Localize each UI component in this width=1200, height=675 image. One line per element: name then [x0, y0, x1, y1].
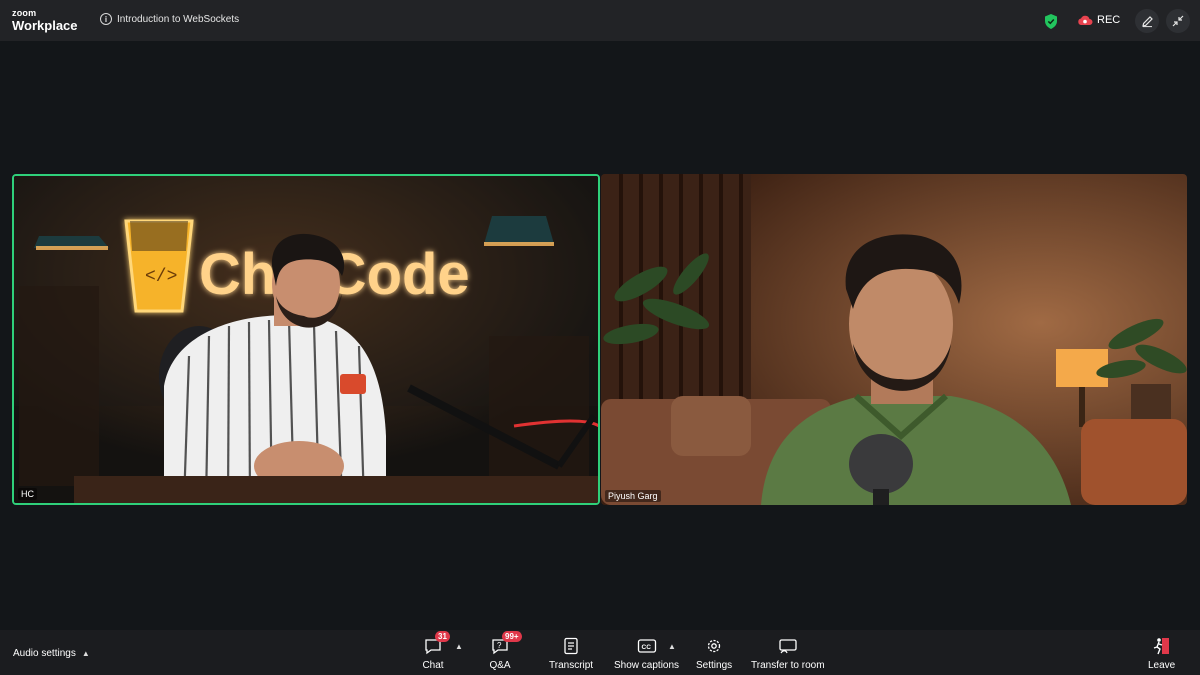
leave-icon — [1153, 638, 1169, 655]
qa-button[interactable]: ? 99+ Q&A — [489, 631, 522, 671]
transfer-to-room-button[interactable]: Transfer to room — [751, 636, 825, 671]
chat-button[interactable]: 31 Chat — [422, 631, 450, 671]
svg-text:</>: </> — [145, 267, 177, 287]
svg-text:?: ? — [497, 641, 502, 650]
qa-badge: 99+ — [502, 631, 522, 642]
transcript-button[interactable]: Transcript — [549, 636, 593, 671]
recording-indicator[interactable]: REC — [1077, 14, 1120, 26]
settings-icon — [707, 639, 721, 653]
transcript-label: Transcript — [549, 660, 594, 671]
info-icon: i — [100, 13, 112, 25]
video-tile-hc[interactable]: </> ChaiCode HC — [12, 174, 600, 505]
settings-button[interactable]: Settings — [696, 636, 732, 671]
minimize-icon — [1172, 15, 1184, 27]
captions-options-icon[interactable]: ▲ — [668, 642, 676, 651]
video-tile-piyush-garg[interactable]: Piyush Garg — [601, 174, 1187, 505]
captions-icon: CC — [637, 639, 656, 653]
audio-settings-button[interactable]: Audio settings ▲ — [13, 648, 90, 659]
transfer-icon — [779, 638, 797, 653]
meeting-title: Introduction to WebSockets — [117, 13, 240, 25]
zoom-logo: zoom Workplace — [12, 8, 78, 33]
chat-label: Chat — [422, 660, 444, 671]
chevron-up-icon: ▲ — [81, 649, 90, 658]
top-bar: zoom Workplace i Introduction to WebSock… — [0, 0, 1200, 41]
show-captions-label: Show captions — [614, 660, 680, 671]
participant-name: Piyush Garg — [605, 490, 661, 502]
shield-icon[interactable] — [1044, 14, 1058, 29]
meeting-info-button[interactable]: i Introduction to WebSockets — [100, 13, 239, 25]
exit-fullscreen-button[interactable] — [1166, 9, 1190, 33]
participant-name: HC — [18, 488, 37, 500]
transcript-icon — [564, 637, 578, 655]
qa-label: Q&A — [489, 660, 511, 671]
transfer-to-room-label: Transfer to room — [751, 660, 825, 671]
chat-badge: 31 — [435, 631, 450, 642]
participant-video — [601, 174, 1187, 505]
pencil-icon — [1141, 15, 1153, 27]
audio-settings-label: Audio settings — [13, 648, 76, 659]
chat-options-icon[interactable]: ▲ — [455, 642, 463, 651]
participant-video: </> ChaiCode — [14, 176, 598, 503]
annotate-button[interactable] — [1135, 9, 1159, 33]
leave-label: Leave — [1148, 660, 1176, 671]
cloud-record-icon — [1078, 15, 1093, 25]
settings-label: Settings — [696, 660, 733, 671]
brand-product: Workplace — [12, 18, 78, 33]
leave-button[interactable]: Leave — [1148, 636, 1175, 671]
rec-label: REC — [1097, 14, 1121, 26]
svg-text:CC: CC — [641, 644, 651, 651]
meeting-toolbar: Audio settings ▲ 31 Chat ▲ ? 99+ Q&A Tra… — [0, 630, 1200, 675]
brand-zoom: zoom — [12, 8, 37, 18]
